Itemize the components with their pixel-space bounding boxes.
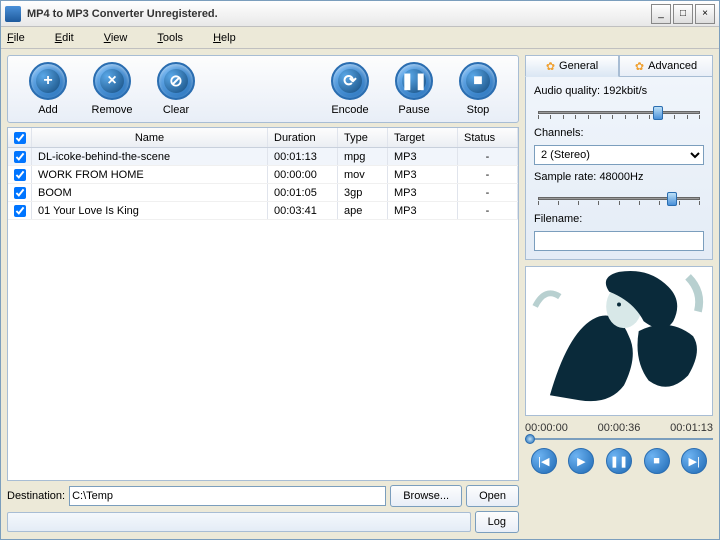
minimize-button[interactable]: _ <box>651 4 671 24</box>
x-icon: × <box>100 69 124 93</box>
cell-duration: 00:01:05 <box>268 184 338 201</box>
window-title: MP4 to MP3 Converter Unregistered. <box>27 8 649 20</box>
cell-target: MP3 <box>388 184 458 201</box>
toolbar: +Add ×Remove ⊘Clear ⟳Encode ❚❚Pause ■Sto… <box>7 55 519 123</box>
stop-button[interactable]: ■Stop <box>446 62 510 116</box>
cell-duration: 00:00:00 <box>268 166 338 183</box>
cell-name: WORK FROM HOME <box>32 166 268 183</box>
menu-help[interactable]: Help <box>213 32 236 44</box>
open-button[interactable]: Open <box>466 485 519 507</box>
col-type[interactable]: Type <box>338 128 388 147</box>
preview-pane <box>525 266 713 416</box>
player-play-button[interactable]: ▶ <box>568 448 594 474</box>
player-next-button[interactable]: ▶| <box>681 448 707 474</box>
menu-tools[interactable]: Tools <box>157 32 183 44</box>
row-checkbox[interactable] <box>14 205 26 217</box>
tab-general[interactable]: ✿General <box>525 55 619 77</box>
cell-name: DL-icoke-behind-the-scene <box>32 148 268 165</box>
sample-slider[interactable] <box>534 189 704 207</box>
filename-label: Filename: <box>534 213 704 225</box>
table-row[interactable]: 01 Your Love Is King00:03:41apeMP3- <box>8 202 518 220</box>
pause-button[interactable]: ❚❚Pause <box>382 62 446 116</box>
time-start: 00:00:00 <box>525 422 568 434</box>
row-checkbox[interactable] <box>14 169 26 181</box>
pause-icon: ❚❚ <box>402 69 426 93</box>
titlebar: MP4 to MP3 Converter Unregistered. _ □ × <box>1 1 719 27</box>
browse-button[interactable]: Browse... <box>390 485 462 507</box>
destination-input[interactable] <box>69 486 386 506</box>
table-row[interactable]: WORK FROM HOME00:00:00movMP3- <box>8 166 518 184</box>
progress-bar <box>7 512 471 532</box>
time-end: 00:01:13 <box>670 422 713 434</box>
preview-image <box>526 267 712 415</box>
col-duration[interactable]: Duration <box>268 128 338 147</box>
file-list: Name Duration Type Target Status DL-icok… <box>7 127 519 481</box>
tab-advanced[interactable]: ✿Advanced <box>619 55 713 77</box>
menubar: File Edit View Tools Help <box>1 27 719 49</box>
maximize-button[interactable]: □ <box>673 4 693 24</box>
log-row: Log <box>7 511 519 533</box>
cell-status: - <box>458 148 518 165</box>
quality-value: 192kbit/s <box>603 85 647 97</box>
sample-label: Sample rate: <box>534 171 596 183</box>
cell-type: ape <box>338 202 388 219</box>
gear-icon: ✿ <box>635 60 644 73</box>
cell-status: - <box>458 184 518 201</box>
cell-target: MP3 <box>388 148 458 165</box>
list-header: Name Duration Type Target Status <box>8 128 518 148</box>
cell-type: 3gp <box>338 184 388 201</box>
player-seek[interactable] <box>525 434 713 444</box>
row-checkbox[interactable] <box>14 187 26 199</box>
menu-file[interactable]: File <box>7 32 25 44</box>
select-all-checkbox[interactable] <box>14 132 26 144</box>
col-status[interactable]: Status <box>458 128 518 147</box>
stop-icon: ■ <box>466 69 490 93</box>
filename-input[interactable] <box>534 231 704 251</box>
cell-duration: 00:03:41 <box>268 202 338 219</box>
log-button[interactable]: Log <box>475 511 519 533</box>
gear-icon: ✿ <box>546 60 555 73</box>
menu-edit[interactable]: Edit <box>55 32 74 44</box>
menu-view[interactable]: View <box>104 32 128 44</box>
cell-type: mpg <box>338 148 388 165</box>
app-icon <box>5 6 21 22</box>
player-stop-button[interactable]: ■ <box>644 448 670 474</box>
table-row[interactable]: DL-icoke-behind-the-scene00:01:13mpgMP3- <box>8 148 518 166</box>
table-row[interactable]: BOOM00:01:053gpMP3- <box>8 184 518 202</box>
settings-panel: ✿General ✿Advanced Audio quality: 192kbi… <box>525 55 713 260</box>
encode-button[interactable]: ⟳Encode <box>318 62 382 116</box>
add-button[interactable]: +Add <box>16 62 80 116</box>
cell-type: mov <box>338 166 388 183</box>
destination-label: Destination: <box>7 490 65 502</box>
channels-label: Channels: <box>534 127 704 139</box>
col-target[interactable]: Target <box>388 128 458 147</box>
quality-label: Audio quality: <box>534 85 600 97</box>
remove-button[interactable]: ×Remove <box>80 62 144 116</box>
cell-status: - <box>458 166 518 183</box>
destination-row: Destination: Browse... Open <box>7 485 519 507</box>
cell-target: MP3 <box>388 202 458 219</box>
close-button[interactable]: × <box>695 4 715 24</box>
col-name[interactable]: Name <box>32 128 268 147</box>
cell-name: 01 Your Love Is King <box>32 202 268 219</box>
cell-name: BOOM <box>32 184 268 201</box>
clear-icon: ⊘ <box>164 69 188 93</box>
encode-icon: ⟳ <box>338 69 362 93</box>
cell-status: - <box>458 202 518 219</box>
sample-value: 48000Hz <box>599 171 643 183</box>
cell-duration: 00:01:13 <box>268 148 338 165</box>
row-checkbox[interactable] <box>14 151 26 163</box>
clear-button[interactable]: ⊘Clear <box>144 62 208 116</box>
player-prev-button[interactable]: |◀ <box>531 448 557 474</box>
time-mid: 00:00:36 <box>598 422 641 434</box>
player-pause-button[interactable]: ❚❚ <box>606 448 632 474</box>
player-panel: 00:00:00 00:00:36 00:01:13 |◀ ▶ ❚❚ ■ ▶| <box>525 422 713 474</box>
quality-slider[interactable] <box>534 103 704 121</box>
cell-target: MP3 <box>388 166 458 183</box>
channels-select[interactable]: 2 (Stereo) <box>534 145 704 165</box>
plus-icon: + <box>36 69 60 93</box>
